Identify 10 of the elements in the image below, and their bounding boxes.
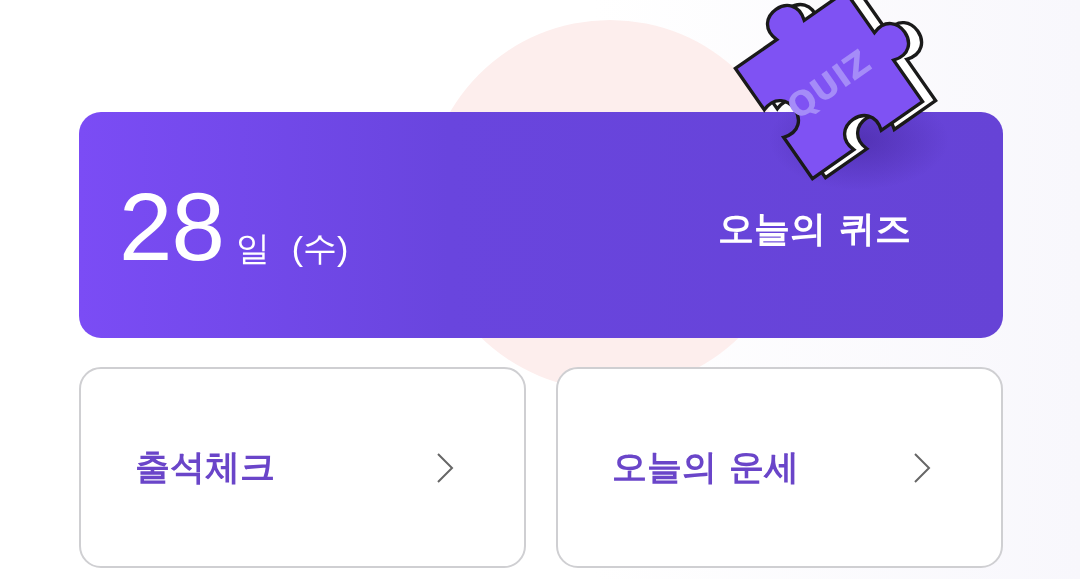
weekday: (수) (291, 228, 349, 269)
banner-title: 오늘의 퀴즈 (718, 206, 911, 251)
menu-card[interactable]: 출석체크 (79, 367, 526, 568)
card-label: 오늘의 운세 (612, 446, 800, 489)
card-label: 출석체크 (135, 446, 275, 489)
date-day: 28 (119, 179, 224, 275)
menu-card[interactable]: 오늘의 운세 (556, 367, 1003, 568)
date-unit: 일 (235, 227, 270, 270)
chevron-right-icon (913, 451, 931, 484)
chevron-right-icon (436, 451, 454, 484)
